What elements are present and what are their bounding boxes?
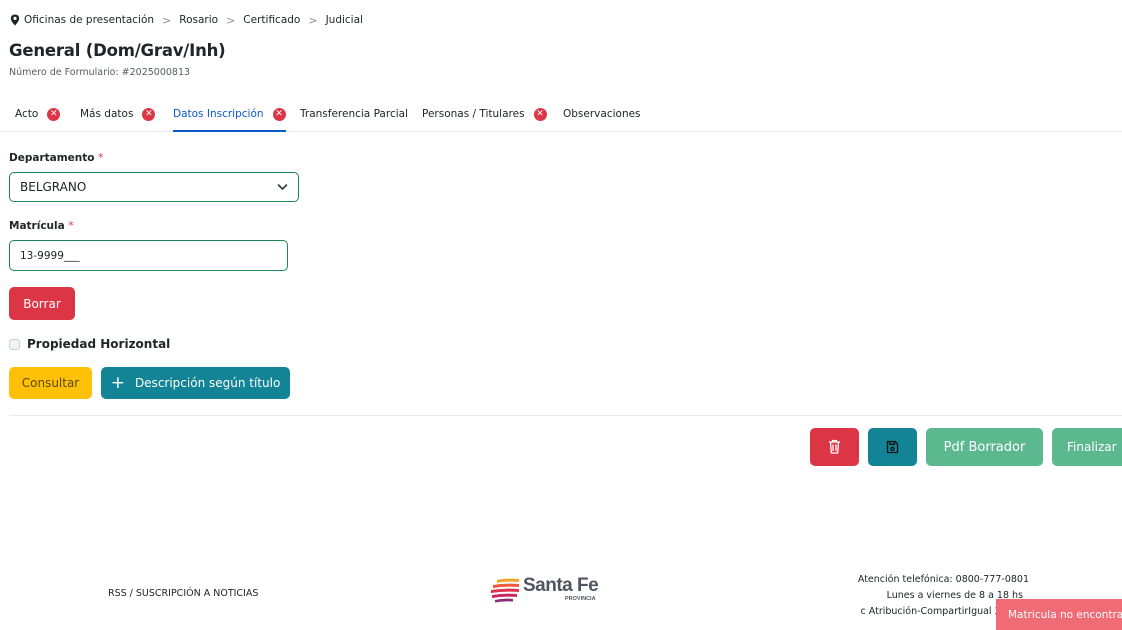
tab-label: Transferencia Parcial (300, 108, 408, 120)
breadcrumb-item-certificado[interactable]: Certificado (243, 14, 300, 26)
form-number: Número de Formulario: #2025000813 (9, 67, 191, 78)
descripcion-button-label: Descripción según título (134, 376, 281, 390)
breadcrumb-item-judicial: Judicial (325, 14, 363, 26)
chevron-down-icon (277, 184, 288, 190)
breadcrumb-separator: > (226, 13, 236, 27)
tab-label: Personas / Titulares (422, 108, 525, 120)
delete-button[interactable] (810, 428, 859, 466)
santa-fe-logo: Santa Fe PROVINCIA (489, 575, 609, 605)
save-button[interactable] (868, 428, 917, 466)
tab-label: Datos Inscripción (173, 108, 264, 120)
error-x-icon: ✕ (272, 107, 286, 121)
santa-fe-logo-mark-icon (491, 578, 519, 603)
propiedad-horizontal-label[interactable]: Propiedad Horizontal (27, 337, 170, 351)
breadcrumb-item-oficinas[interactable]: Oficinas de presentación (24, 14, 154, 26)
required-marker: * (68, 220, 74, 232)
page-title: General (Dom/Grav/Inh) (9, 41, 226, 60)
location-pin-icon (10, 14, 20, 26)
propiedad-horizontal-checkbox[interactable] (9, 338, 20, 350)
departamento-select[interactable]: BELGRANO (9, 172, 299, 202)
propiedad-horizontal-row: Propiedad Horizontal (9, 337, 170, 351)
matricula-label: Matrícula * (9, 220, 74, 232)
tab-observaciones[interactable]: Observaciones (563, 98, 641, 130)
toast-message: Matricula no encontrada (1008, 608, 1122, 621)
tab-label: Más datos (80, 108, 134, 120)
tab-personas-titulares[interactable]: Personas / Titulares ✕ (422, 98, 547, 130)
trash-icon (828, 439, 841, 454)
consultar-button[interactable]: Consultar (9, 367, 92, 399)
tab-mas-datos[interactable]: Más datos ✕ (80, 98, 156, 130)
tab-datos-inscripcion[interactable]: Datos Inscripción ✕ (173, 98, 286, 132)
divider (9, 415, 1122, 416)
rss-subscription-link[interactable]: RSS / SUSCRIPCIÓN A NOTICIAS (108, 588, 258, 599)
descripcion-segun-titulo-button[interactable]: + Descripción según título (101, 367, 290, 399)
matricula-input[interactable]: 13-9999___ (9, 240, 288, 271)
required-marker: * (98, 152, 104, 164)
borrar-button[interactable]: Borrar (9, 287, 75, 320)
tab-transferencia-parcial[interactable]: Transferencia Parcial (300, 98, 408, 130)
error-x-icon: ✕ (142, 107, 156, 121)
tab-acto[interactable]: Acto ✕ (15, 98, 61, 130)
santa-fe-logo-subtext: PROVINCIA (565, 596, 596, 602)
error-toast[interactable]: Matricula no encontrada (996, 599, 1122, 630)
departamento-label-text: Departamento (9, 152, 95, 164)
tab-bar: Acto ✕ Más datos ✕ Datos Inscripción ✕ T… (0, 98, 1122, 132)
pdf-borrador-button[interactable]: Pdf Borrador (926, 428, 1043, 466)
matricula-label-text: Matrícula (9, 220, 65, 232)
matricula-value: 13-9999___ (20, 249, 80, 262)
breadcrumb-separator: > (308, 13, 318, 27)
breadcrumb-separator: > (162, 13, 172, 27)
santa-fe-logo-text: Santa Fe (523, 575, 599, 596)
breadcrumb-item-rosario[interactable]: Rosario (179, 14, 218, 26)
phone-text: Atención telefónica: 0800-777-0801 (857, 574, 1029, 585)
floppy-disk-icon (886, 440, 899, 454)
error-x-icon: ✕ (533, 107, 547, 121)
error-x-icon: ✕ (47, 107, 61, 121)
departamento-label: Departamento * (9, 152, 103, 164)
tab-label: Observaciones (563, 108, 641, 120)
finalizar-button[interactable]: Finalizar (1052, 428, 1122, 466)
departamento-value: BELGRANO (20, 180, 87, 194)
breadcrumb: Oficinas de presentación > Rosario > Cer… (10, 12, 363, 28)
plus-icon: + (110, 372, 125, 393)
tab-label: Acto (15, 108, 39, 120)
